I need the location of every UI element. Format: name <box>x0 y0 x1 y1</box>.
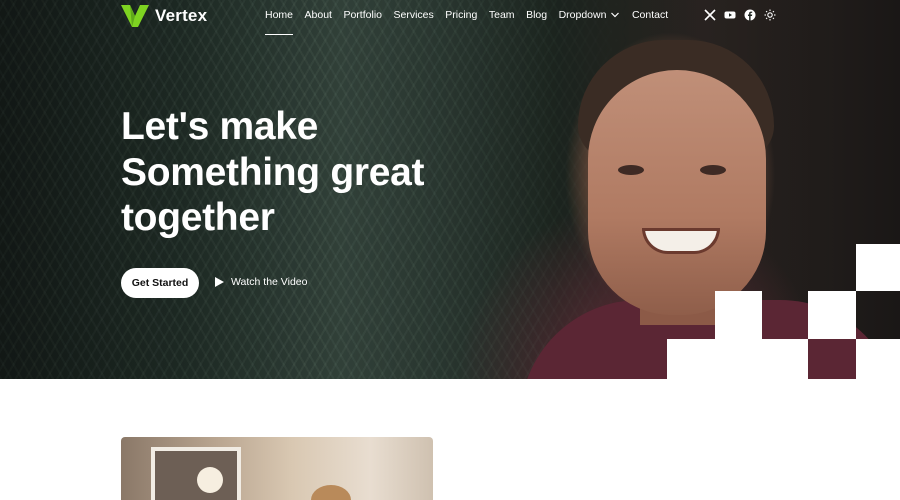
social-links <box>704 9 784 21</box>
chevron-down-icon <box>611 12 620 18</box>
nav-item-about[interactable]: About <box>305 9 332 21</box>
youtube-icon[interactable] <box>724 9 736 21</box>
brand-logo[interactable]: Vertex <box>121 5 207 27</box>
nav-item-services[interactable]: Services <box>394 9 434 21</box>
hero-section: Vertex Home About Portfolio Services Pri… <box>0 0 900 379</box>
nav-item-home[interactable]: Home <box>265 9 294 35</box>
nav-item-dropdown[interactable]: Dropdown <box>559 9 621 21</box>
nav-item-team[interactable]: Team <box>489 9 515 21</box>
sun-theme-icon[interactable] <box>764 9 776 21</box>
top-navbar: Vertex Home About Portfolio Services Pri… <box>0 0 900 40</box>
nav-item-contact[interactable]: Contact <box>632 9 668 21</box>
nav-item-dropdown-label: Dropdown <box>558 9 607 21</box>
brand-name: Vertex <box>155 6 208 25</box>
about-image-card <box>121 437 433 500</box>
hero-headline-line-1: Let's make <box>121 105 319 148</box>
hero-headline-line-2: Something great <box>121 150 425 194</box>
get-started-button[interactable]: Get Started <box>121 268 199 298</box>
nav-item-portfolio[interactable]: Portfolio <box>343 9 382 21</box>
nav-item-blog[interactable]: Blog <box>526 9 547 21</box>
facebook-icon[interactable] <box>744 9 756 21</box>
watch-video-label: Watch the Video <box>231 276 308 288</box>
hero-headline-line-3: together <box>121 196 275 239</box>
x-twitter-icon[interactable] <box>704 9 716 21</box>
hero-headline: Let's make Something great together <box>121 104 481 241</box>
watch-video-link[interactable]: Watch the Video <box>215 276 307 288</box>
main-nav: Home About Portfolio Services Pricing Te… <box>265 9 680 35</box>
v-logo-icon <box>121 5 149 27</box>
play-icon <box>215 277 224 287</box>
nav-item-pricing[interactable]: Pricing <box>445 9 477 21</box>
